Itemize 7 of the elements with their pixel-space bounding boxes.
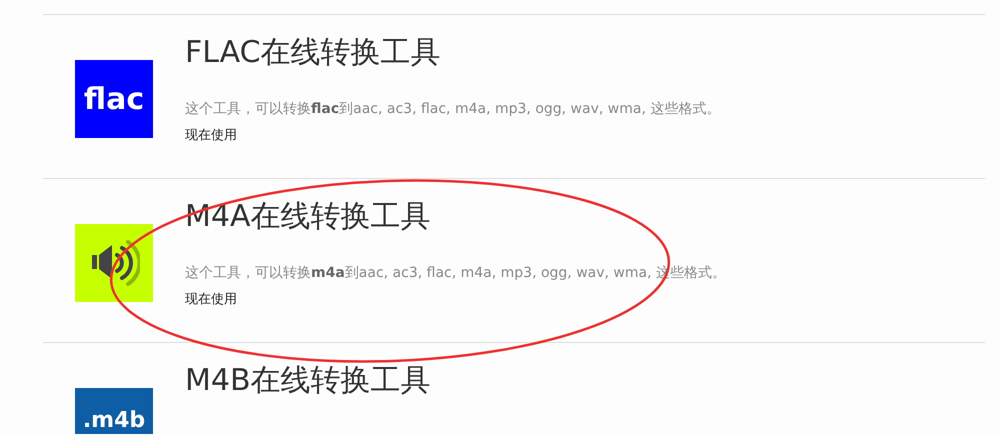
tool-description: 这个工具，可以转换flac到aac, ac3, flac, m4a, mp3, ogg, wav, wma, 这些格式。 — [185, 100, 720, 119]
format-logo: flac — [75, 60, 153, 138]
tool-title: FLAC在线转换工具 — [185, 35, 442, 71]
use-now-link[interactable]: 现在使用 — [185, 126, 237, 146]
use-now-link[interactable]: 现在使用 — [185, 290, 237, 310]
format-logo: .m4b — [75, 388, 153, 434]
tool-title: M4B在线转换工具 — [185, 363, 431, 399]
